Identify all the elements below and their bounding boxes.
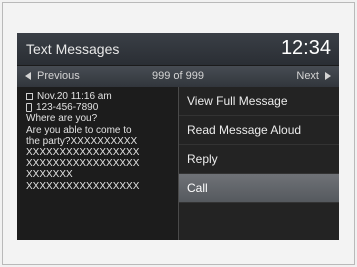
message-counter: 999 of 999 <box>152 70 204 82</box>
message-phone-row: 123-456-7890 <box>17 102 177 113</box>
message-timestamp: Nov.20 11:16 am <box>37 91 112 102</box>
message-line: XXXXXXXXXXXXXXXXX <box>26 147 140 159</box>
next-button[interactable]: Next <box>296 70 331 82</box>
header-bar: Text Messages 12:34 <box>17 33 339 65</box>
message-line: XXXXXXXXXXXXXXXXX <box>26 180 140 192</box>
message-line: the party?XXXXXXXXXX <box>26 135 138 147</box>
message-line: XXXXXXX <box>26 169 73 181</box>
message-line: Where are you? <box>26 113 98 125</box>
menu-item-reply[interactable]: Reply <box>179 145 339 174</box>
message-timestamp-row: Nov.20 11:16 am <box>17 87 177 102</box>
calendar-icon <box>26 93 33 101</box>
clock: 12:34 <box>280 37 331 59</box>
message-nav-bar: Previous 999 of 999 Next <box>17 66 339 87</box>
phone-icon <box>26 103 32 113</box>
message-phone: 123-456-7890 <box>36 102 99 114</box>
message-line: XXXXXXXXXXXXXXXXX <box>26 158 140 170</box>
message-preview: Nov.20 11:16 am 123-456-7890 Where are y… <box>17 87 177 240</box>
menu-item-read-message-aloud[interactable]: Read Message Aloud <box>179 116 339 145</box>
menu-item-view-full-message[interactable]: View Full Message <box>179 87 339 116</box>
screen-title: Text Messages <box>26 41 120 57</box>
arrow-right-icon <box>325 72 331 80</box>
next-label: Next <box>296 70 319 82</box>
menu-item-call[interactable]: Call <box>179 174 339 203</box>
message-line: Are you able to come to <box>26 124 132 136</box>
message-options-menu: View Full Message Read Message Aloud Rep… <box>179 87 339 240</box>
infotainment-screen: Text Messages 12:34 Previous 999 of 999 … <box>17 33 339 240</box>
